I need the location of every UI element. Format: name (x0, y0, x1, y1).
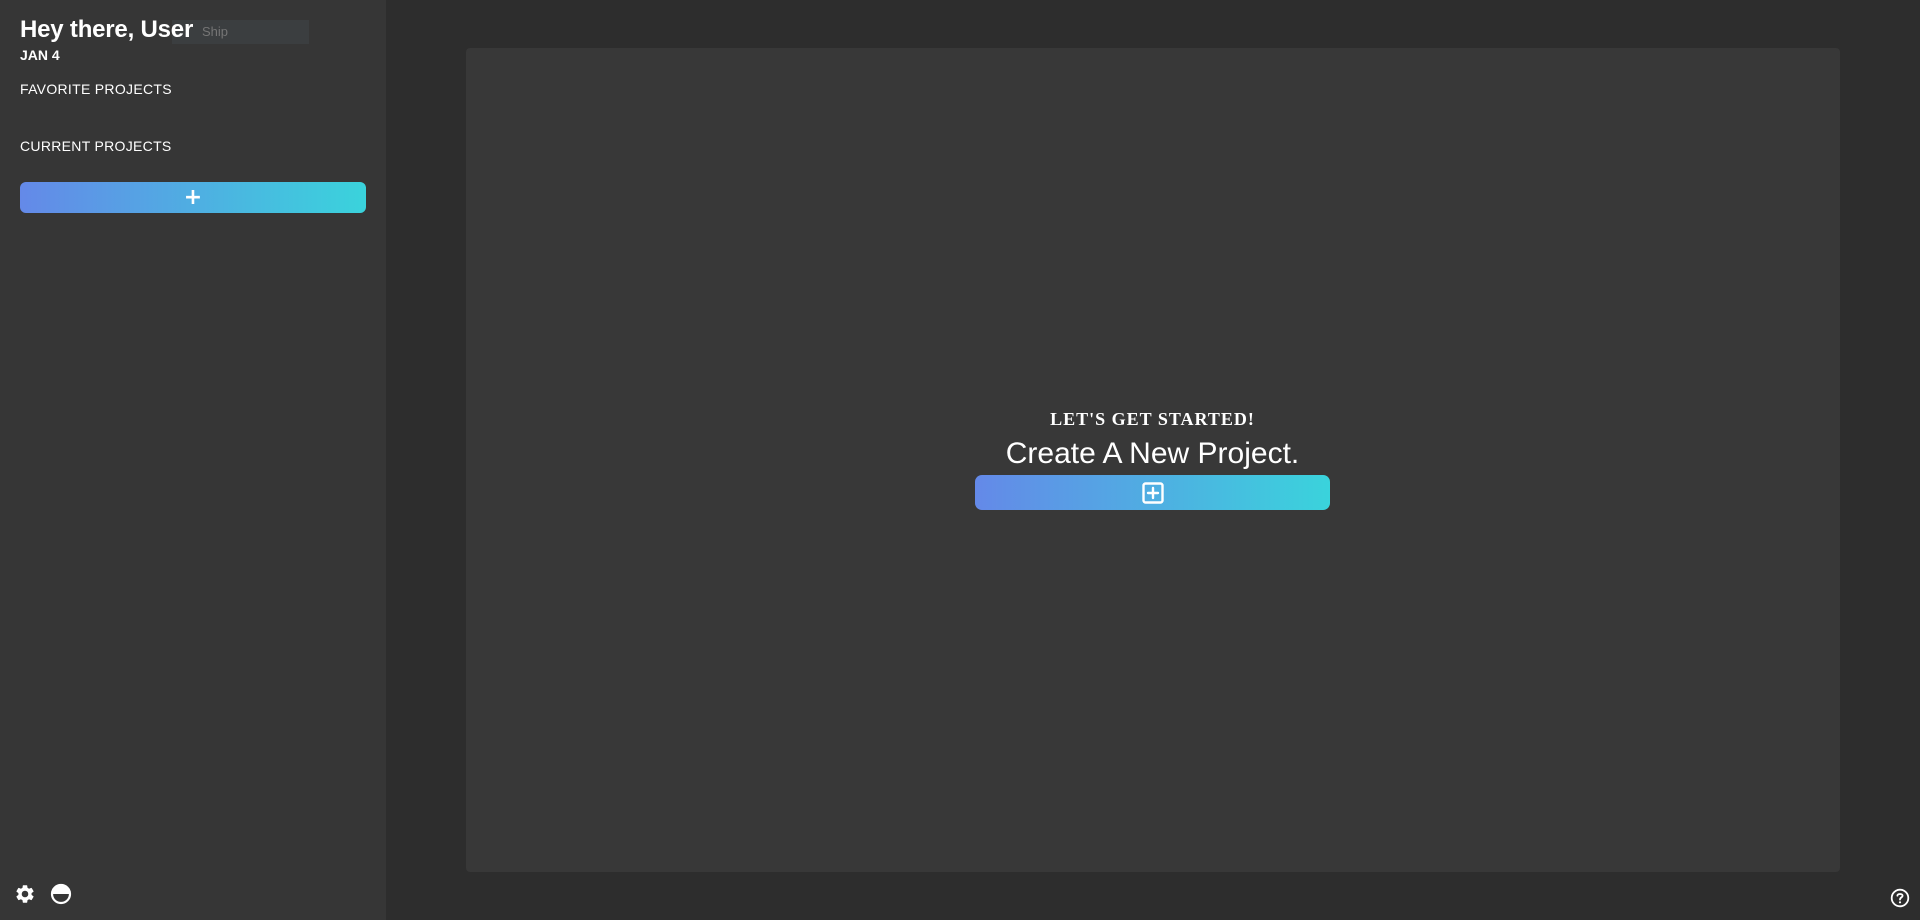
half-circle-theme-icon[interactable] (50, 883, 72, 905)
empty-state: LET'S GET STARTED! Create A New Project. (975, 403, 1330, 473)
greeting-heading: Hey there, User (20, 16, 194, 43)
greeting-row: Hey there, User (20, 14, 309, 46)
gear-icon[interactable] (14, 883, 36, 905)
create-project-button[interactable] (975, 475, 1330, 510)
sidebar: Hey there, User JAN 4 FAVORITE PROJECTS … (0, 0, 386, 920)
plus-square-icon (1141, 481, 1164, 504)
question-circle-icon[interactable] (1890, 888, 1910, 908)
current-date: JAN 4 (20, 47, 60, 63)
plus-icon: + (183, 184, 203, 210)
current-projects-label: CURRENT PROJECTS (20, 138, 172, 154)
empty-state-kicker: LET'S GET STARTED! (1050, 409, 1255, 429)
favorite-projects-label: FAVORITE PROJECTS (20, 81, 172, 97)
add-project-button[interactable]: + (20, 182, 366, 213)
empty-state-title: Create A New Project. (1005, 437, 1300, 470)
